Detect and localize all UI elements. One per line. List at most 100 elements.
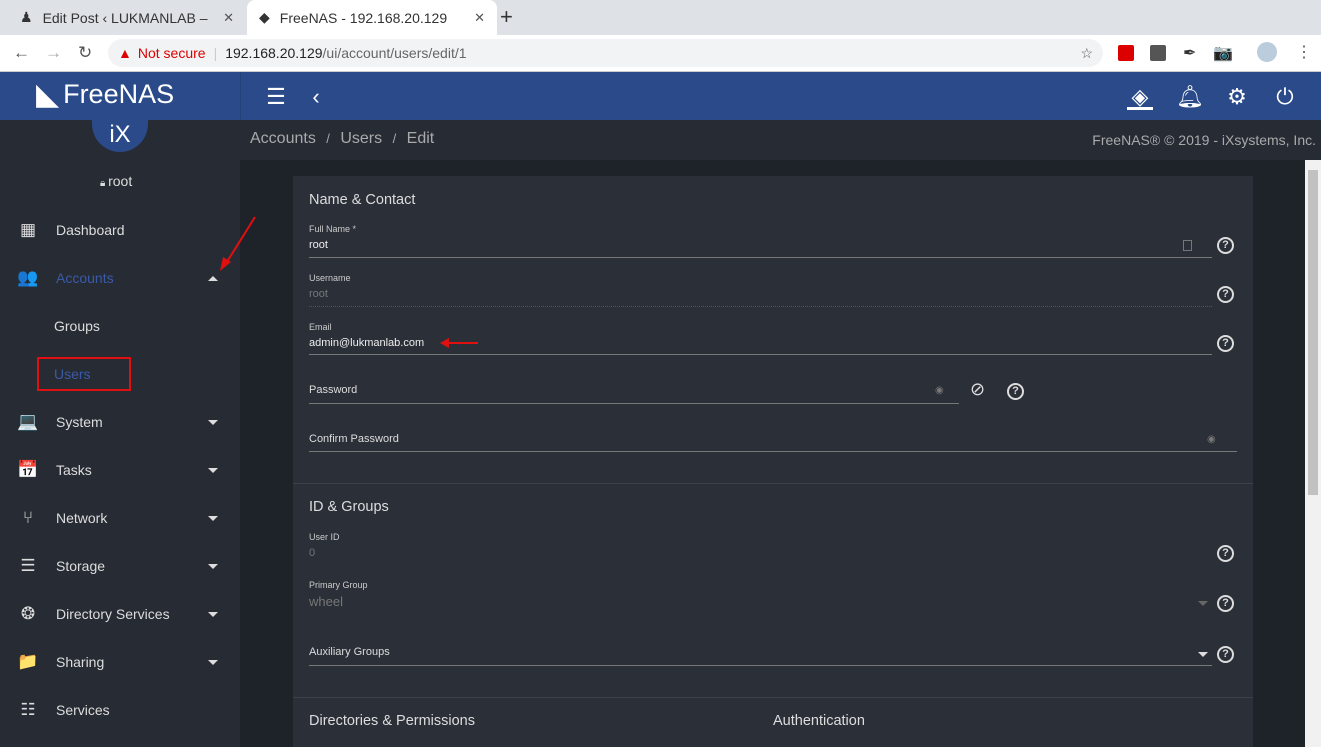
annotation-arrow (220, 216, 256, 271)
breadcrumb-bar: Accounts / Users / Edit FreeNAS® © 2019 … (240, 120, 1321, 160)
sidebar-item-network[interactable]: ⑂ Network (0, 494, 240, 542)
close-tab-icon[interactable]: ✕ (223, 10, 234, 26)
security-label[interactable]: Not secure (138, 45, 206, 61)
breadcrumb: Accounts / Users / Edit (250, 130, 435, 147)
sidebar-item-system[interactable]: 💻 System (0, 398, 240, 446)
help-icon[interactable]: ? (1217, 286, 1234, 303)
dashboard-icon: ▦ (19, 220, 37, 239)
field-label: Full Name * (309, 224, 357, 234)
lightbulb-extension-icon[interactable] (1150, 45, 1166, 61)
nav-label: Tasks (56, 462, 92, 478)
help-icon[interactable]: ? (1217, 595, 1234, 612)
menu-kebab-icon[interactable]: ⋮ (1296, 42, 1312, 62)
scrollbar-thumb[interactable] (1308, 170, 1318, 495)
nav-label: System (56, 414, 103, 430)
section-title: ID & Groups (309, 499, 389, 515)
reload-icon[interactable]: ↻ (78, 43, 92, 63)
bookmark-star-icon[interactable]: ☆ (1080, 45, 1093, 62)
lastpass-extension-icon[interactable] (1118, 45, 1134, 61)
tab-title: Edit Post ‹ LUKMANLAB – (42, 9, 208, 26)
sidebar-item-storage[interactable]: ☰ Storage (0, 542, 240, 590)
help-icon[interactable]: ? (1217, 335, 1234, 352)
section-title: Authentication (773, 713, 865, 729)
menu-toggle-icon[interactable]: ☰ (263, 84, 289, 110)
new-tab-button[interactable]: + (500, 4, 513, 30)
settings-gear-icon[interactable]: ⚙ (1224, 84, 1250, 110)
field-label: Auxiliary Groups (309, 646, 390, 658)
theme-paint-icon[interactable]: ◈ (1127, 84, 1153, 110)
nav-label: Network (56, 510, 108, 526)
breadcrumb-accounts[interactable]: Accounts (250, 130, 316, 147)
browser-tab-bar: ♟ Edit Post ‹ LUKMANLAB – ✕ ◆ FreeNAS - 192… (0, 0, 1321, 35)
nav-label: Sharing (56, 654, 105, 670)
freenas-favicon-icon: ◆ (259, 9, 270, 25)
sidebar-item-accounts[interactable]: 👥 Accounts (0, 254, 240, 302)
profile-avatar[interactable] (1257, 42, 1277, 62)
camera-extension-icon[interactable]: 📷 (1213, 43, 1233, 63)
password-input[interactable]: Password (309, 384, 959, 403)
breadcrumb-edit: Edit (406, 130, 435, 147)
chevron-down-icon (208, 419, 218, 425)
sidebar-item-groups[interactable]: Groups (0, 302, 240, 350)
chevron-down-icon (208, 611, 218, 617)
help-icon[interactable]: ? (1007, 383, 1024, 400)
laptop-icon: 💻 (17, 412, 39, 431)
nav-label: Services (56, 702, 110, 718)
sidebar-item-dashboard[interactable]: ▦ Dashboard (0, 206, 240, 254)
shark-logo-icon: ◣ (36, 78, 60, 111)
full-name-input[interactable]: root (309, 239, 1212, 258)
nav-label: Groups (54, 318, 100, 334)
directory-icon: ❂ (20, 604, 36, 623)
sidebar: iX 🔒︎ root ▦ Dashboard 👥 Accounts Groups U… (0, 120, 256, 747)
folder-shared-icon: 📁 (17, 652, 39, 671)
app-header: ◣ FreeNAS ☰ ‹ ◈ 🔔︎ ⚙ ⏻ (0, 72, 1321, 120)
sidebar-item-tasks[interactable]: 📅 Tasks (0, 446, 240, 494)
visibility-off-icon[interactable]: ⊘ (970, 379, 985, 400)
collapse-back-icon[interactable]: ‹ (303, 84, 329, 110)
annotation-arrow (440, 338, 478, 348)
primary-group-select: wheel (309, 594, 343, 609)
scrollbar[interactable] (1305, 160, 1321, 747)
tab-title: FreeNAS - 192.168.20.129 (279, 9, 448, 26)
chevron-down-icon (208, 659, 218, 665)
help-icon[interactable]: ? (1217, 237, 1234, 254)
power-icon[interactable]: ⏻ (1272, 84, 1298, 110)
freenas-logo: ◣ FreeNAS (36, 77, 174, 112)
back-icon[interactable]: ← (13, 43, 30, 63)
browser-tab-active[interactable]: ◆ FreeNAS - 192.168.20.129 ✕ (247, 0, 497, 35)
field-label: Confirm Password (309, 433, 399, 445)
help-icon[interactable]: ? (1217, 646, 1234, 663)
lock-icon: 🔒︎ (100, 178, 109, 189)
field-label: Password (309, 384, 358, 396)
warning-icon: ▲ (118, 45, 132, 61)
sidebar-item-services[interactable]: ☷ Services (0, 686, 240, 734)
notifications-bell-icon[interactable]: 🔔︎ (1176, 84, 1204, 110)
dropdown-arrow-icon[interactable] (1198, 652, 1208, 657)
confirm-password-input[interactable]: Confirm Password (309, 433, 1237, 452)
autofill-icon (1183, 240, 1192, 251)
forward-icon[interactable]: → (45, 43, 62, 63)
chevron-down-icon (208, 563, 218, 569)
auxiliary-groups-select[interactable]: Auxiliary Groups (309, 646, 1212, 665)
field-label: Email (309, 322, 332, 332)
chevron-down-icon (208, 515, 218, 521)
close-tab-icon[interactable]: ✕ (474, 10, 485, 26)
feather-extension-icon[interactable]: ✒ (1183, 43, 1196, 63)
help-icon[interactable]: ? (1217, 545, 1234, 562)
section-title: Directories & Permissions (309, 713, 475, 729)
username-label: root (108, 173, 133, 189)
network-icon: ⑂ (22, 508, 34, 527)
url-host: 192.168.20.129 (225, 45, 323, 61)
people-icon: 👥 (17, 268, 39, 287)
field-label: Primary Group (309, 580, 368, 590)
sidebar-item-directory-services[interactable]: ❂ Directory Services (0, 590, 240, 638)
chevron-down-icon (208, 467, 218, 473)
url-input[interactable]: ▲ Not secure | 192.168.20.129/ui/account… (108, 39, 1103, 67)
url-path: /ui/account/users/edit/1 (322, 45, 467, 61)
wordpress-favicon-icon: ♟ (20, 9, 33, 25)
user-edit-form: Name & Contact Full Name * root ? Userna… (293, 176, 1253, 747)
browser-tab[interactable]: ♟ Edit Post ‹ LUKMANLAB – ✕ (8, 0, 246, 35)
ix-logo: iX (92, 120, 148, 152)
breadcrumb-users[interactable]: Users (340, 130, 382, 147)
sidebar-item-sharing[interactable]: 📁 Sharing (0, 638, 240, 686)
